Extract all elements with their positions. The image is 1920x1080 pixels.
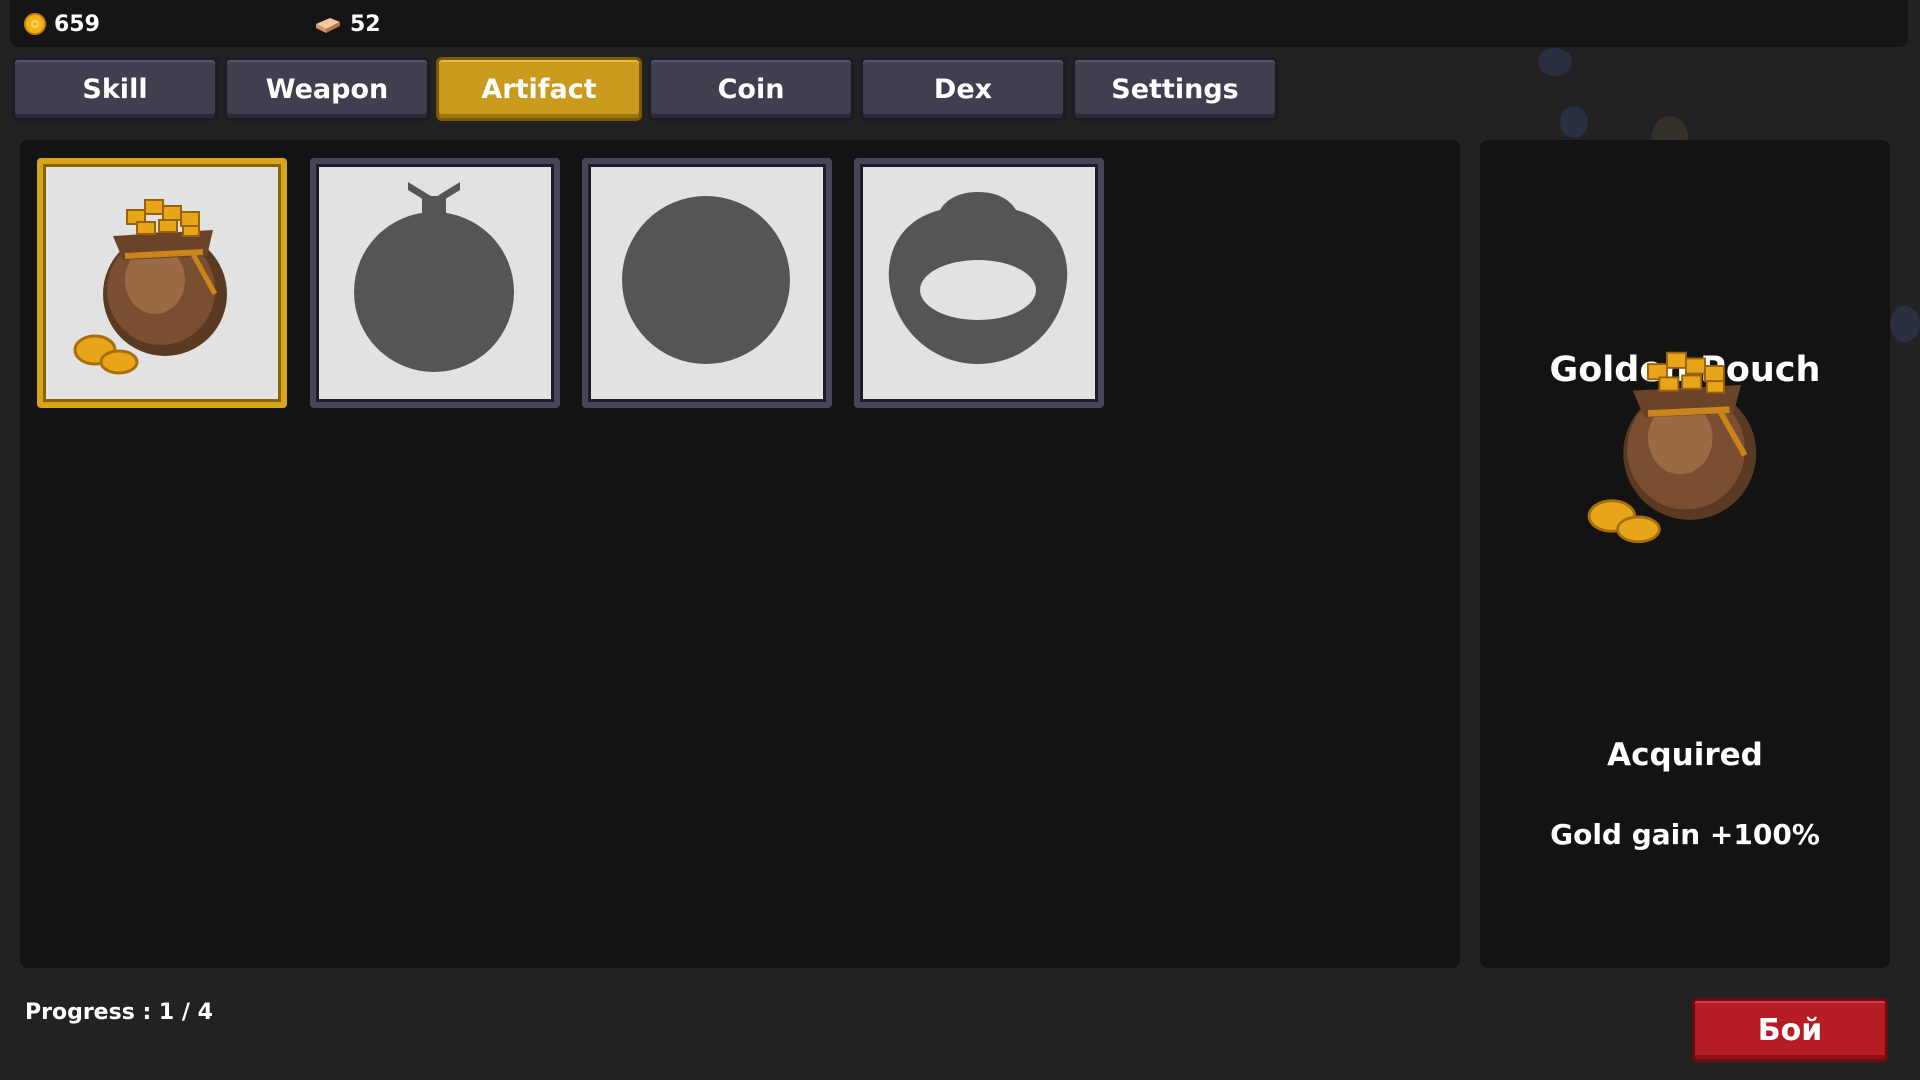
background-decoration — [1890, 306, 1920, 342]
artifact-slot-locked-orb[interactable] — [582, 158, 832, 408]
artifact-slot-golden-pouch[interactable] — [37, 158, 287, 408]
coin-counter: 659 — [24, 9, 100, 39]
tab-settings[interactable]: Settings — [1072, 57, 1278, 121]
gold-coin-icon — [24, 13, 46, 35]
resource-bar — [10, 0, 1908, 47]
tab-coin[interactable]: Coin — [648, 57, 854, 121]
artifact-status: Acquired — [1607, 737, 1763, 773]
tab-bar: Skill Weapon Artifact Coin Dex Settings — [12, 57, 1278, 121]
artifact-preview — [1572, 316, 1798, 566]
tab-weapon[interactable]: Weapon — [224, 57, 430, 121]
brick-counter: 52 — [314, 9, 381, 39]
tab-artifact[interactable]: Artifact — [436, 57, 642, 121]
ring-silhouette-icon — [888, 192, 1068, 364]
artifact-effect: Gold gain +100% — [1550, 818, 1820, 851]
golden-pouch-icon — [1587, 351, 1757, 544]
background-decoration — [1560, 106, 1588, 138]
golden-pouch-icon — [73, 199, 227, 375]
tab-dex[interactable]: Dex — [860, 57, 1066, 121]
orb-silhouette-icon — [622, 196, 790, 364]
tab-skill[interactable]: Skill — [12, 57, 218, 121]
coin-count: 659 — [54, 11, 100, 37]
collection-progress: Progress : 1 / 4 — [25, 1000, 213, 1025]
background-decoration — [1538, 48, 1572, 76]
bomb-silhouette-icon — [354, 182, 514, 372]
fight-button[interactable]: Бой — [1692, 998, 1888, 1062]
artifact-slot-locked-ring[interactable] — [854, 158, 1104, 408]
artifact-screen: 659 52 Skill Weapon Artifact Coin Dex Se… — [0, 0, 1920, 1080]
brick-icon — [314, 13, 342, 35]
brick-count: 52 — [350, 11, 381, 37]
artifact-slot-locked-bomb[interactable] — [310, 158, 560, 408]
